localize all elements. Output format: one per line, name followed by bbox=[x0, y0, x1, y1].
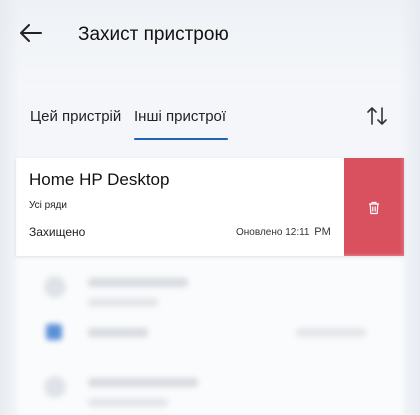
blurred-text bbox=[296, 328, 366, 337]
blurred-icon bbox=[46, 324, 62, 340]
tab-this-device[interactable]: Цей пристрій bbox=[30, 108, 121, 125]
blurred-text bbox=[88, 278, 188, 287]
tab-other-devices[interactable]: Інші пристрої bbox=[134, 108, 226, 125]
updated-time: Оновлено 12:11 bbox=[236, 227, 310, 238]
back-arrow-icon[interactable] bbox=[18, 20, 44, 46]
edge-fade-left bbox=[0, 0, 20, 415]
blurred-device-list bbox=[16, 258, 404, 415]
active-tab-indicator bbox=[134, 138, 228, 140]
blurred-icon bbox=[44, 276, 66, 298]
blurred-text bbox=[88, 298, 158, 307]
sort-arrows-icon[interactable] bbox=[365, 104, 389, 128]
device-updated: Оновлено 12:11 PM bbox=[236, 226, 331, 238]
blurred-text bbox=[88, 328, 148, 337]
delete-button[interactable] bbox=[344, 158, 404, 256]
trash-icon bbox=[369, 201, 379, 215]
device-card[interactable]: Home HP Desktop Усі ряди Захищено Оновле… bbox=[16, 158, 404, 256]
blurred-icon bbox=[44, 376, 66, 398]
page-title: Захист пристрою bbox=[78, 24, 229, 45]
blurred-text bbox=[88, 378, 198, 387]
device-name: Home HP Desktop bbox=[29, 170, 170, 189]
device-subtitle: Усі ряди bbox=[29, 200, 67, 211]
updated-suffix: PM bbox=[314, 226, 331, 238]
tab-bar: Цей пристрій Інші пристрої bbox=[0, 100, 420, 146]
header: Захист пристрою bbox=[0, 0, 420, 90]
device-status: Захищено bbox=[29, 225, 86, 239]
blurred-text bbox=[88, 398, 168, 407]
edge-fade-right bbox=[400, 0, 420, 415]
